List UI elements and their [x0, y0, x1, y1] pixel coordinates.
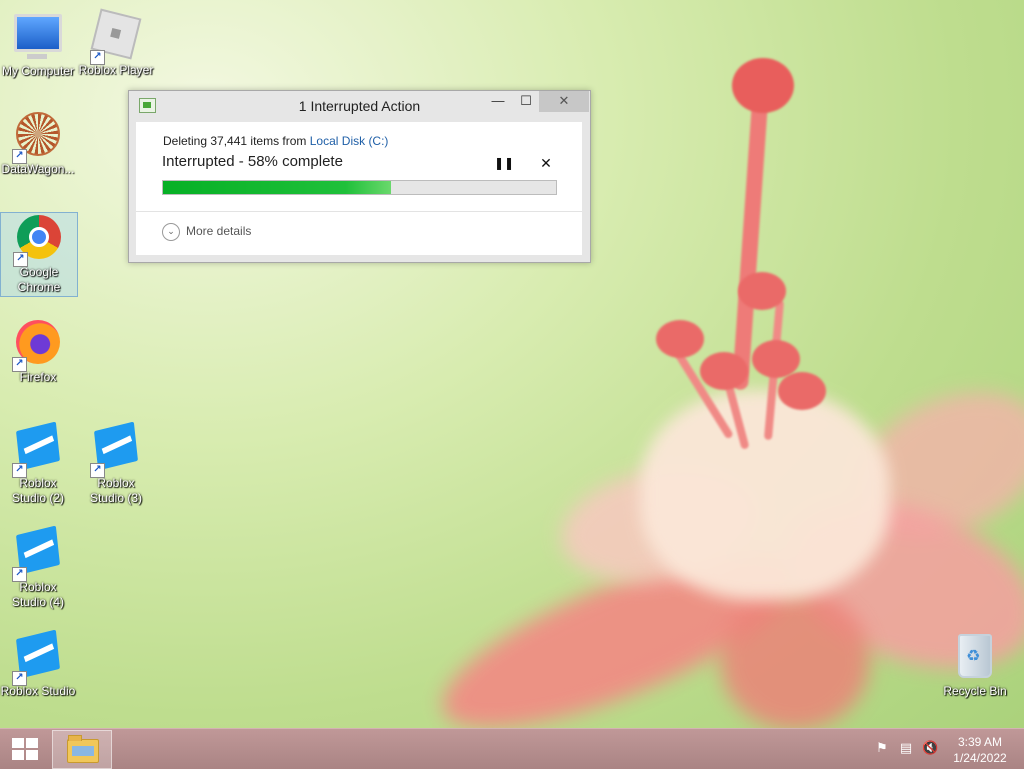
- clock-date: 1/24/2022: [953, 751, 1007, 765]
- desktop-icon-label: Roblox Player: [78, 63, 154, 77]
- desktop-icon-label: My Computer: [1, 64, 75, 78]
- roblox-studio-icon: ↗: [12, 421, 62, 478]
- operation-status: Interrupted - 58% complete: [162, 153, 343, 170]
- progress-bar: [162, 180, 557, 195]
- close-button[interactable]: ✕: [539, 91, 589, 112]
- shortcut-arrow-icon: ↗: [12, 357, 27, 372]
- shortcut-arrow-icon: ↗: [90, 50, 105, 65]
- clock[interactable]: 3:39 AM 1/24/2022: [940, 734, 1020, 766]
- desktop-icon-label: Google Chrome: [17, 265, 61, 294]
- desktop-icon-google-chrome[interactable]: ↗ Google Chrome: [0, 212, 78, 297]
- clock-time: 3:39 AM: [957, 735, 1003, 749]
- desktop-icon-roblox-studio-2[interactable]: ↗ Roblox Studio (2): [0, 421, 76, 506]
- progress-bar-fill: [163, 181, 391, 194]
- operation-description: Deleting 37,441 items from Local Disk (C…: [163, 134, 388, 148]
- recycle-bin-icon: [951, 634, 999, 682]
- desktop-icon-label: Roblox Studio: [0, 684, 76, 698]
- folder-icon: [67, 735, 99, 763]
- desktop-icon-roblox-player[interactable]: ↗ Roblox Player: [78, 8, 154, 78]
- taskbar: ⚑ ▤ 🔇 3:39 AM 1/24/2022: [0, 728, 1024, 769]
- desktop-icon-label: Roblox Studio (3): [89, 476, 143, 505]
- more-details-toggle[interactable]: ⌄ More details: [162, 223, 251, 241]
- dialog-content: Deleting 37,441 items from Local Disk (C…: [136, 122, 582, 255]
- taskbar-file-explorer[interactable]: [52, 730, 112, 769]
- location-link[interactable]: Local Disk (C:): [310, 134, 389, 148]
- desktop-icon-label: Recycle Bin: [943, 684, 1007, 698]
- desktop-icon-label: DataWagon...: [1, 162, 75, 176]
- shortcut-arrow-icon: ↗: [90, 463, 105, 478]
- shortcut-arrow-icon: ↗: [12, 671, 27, 686]
- cancel-operation-button[interactable]: ✕: [538, 155, 554, 172]
- roblox-studio-icon: ↗: [90, 421, 140, 478]
- roblox-player-icon: ↗: [90, 8, 142, 65]
- maximize-button[interactable]: ☐: [511, 91, 541, 112]
- minimize-button[interactable]: —: [483, 91, 513, 112]
- shortcut-arrow-icon: ↗: [13, 252, 28, 267]
- network-icon[interactable]: ▤: [898, 741, 914, 757]
- action-center-flag-icon[interactable]: ⚑: [874, 741, 890, 757]
- chevron-down-icon: ⌄: [162, 223, 180, 241]
- desktop-icon-datawagon[interactable]: ↗ DataWagon...: [0, 110, 76, 177]
- divider: [136, 211, 582, 212]
- desktop-icon-recycle-bin[interactable]: Recycle Bin: [937, 630, 1013, 699]
- more-details-label: More details: [186, 224, 252, 239]
- shortcut-arrow-icon: ↗: [12, 567, 27, 582]
- firefox-icon: ↗: [12, 320, 62, 372]
- desktop-icon-my-computer[interactable]: My Computer: [0, 8, 76, 79]
- computer-icon: [14, 14, 62, 62]
- desktop-icon-label: Firefox: [19, 370, 57, 384]
- shortcut-arrow-icon: ↗: [12, 463, 27, 478]
- dialog-titlebar[interactable]: 1 Interrupted Action — ☐ ✕: [129, 91, 590, 121]
- volume-muted-icon[interactable]: 🔇: [922, 741, 938, 757]
- desktop-icon-label: Roblox Studio (2): [11, 476, 65, 505]
- roblox-studio-icon: ↗: [12, 525, 62, 582]
- desktop-icon-firefox[interactable]: ↗ Firefox: [0, 318, 76, 385]
- datawagon-icon: ↗: [12, 112, 62, 164]
- operation-prefix: Deleting 37,441 items from: [163, 134, 310, 148]
- pause-button[interactable]: ❚❚: [494, 156, 514, 170]
- desktop-icon-label: Roblox Studio (4): [11, 580, 65, 609]
- roblox-studio-icon: ↗: [12, 629, 62, 686]
- shortcut-arrow-icon: ↗: [12, 149, 27, 164]
- desktop-icon-roblox-studio[interactable]: ↗ Roblox Studio: [0, 629, 76, 699]
- interrupted-action-dialog[interactable]: 1 Interrupted Action — ☐ ✕ Deleting 37,4…: [128, 90, 591, 263]
- windows-logo-icon: [12, 738, 38, 760]
- desktop-icon-roblox-studio-4[interactable]: ↗ Roblox Studio (4): [0, 525, 76, 610]
- desktop-icon-roblox-studio-3[interactable]: ↗ Roblox Studio (3): [78, 421, 154, 506]
- start-button[interactable]: [0, 729, 48, 769]
- chrome-icon: ↗: [13, 215, 63, 267]
